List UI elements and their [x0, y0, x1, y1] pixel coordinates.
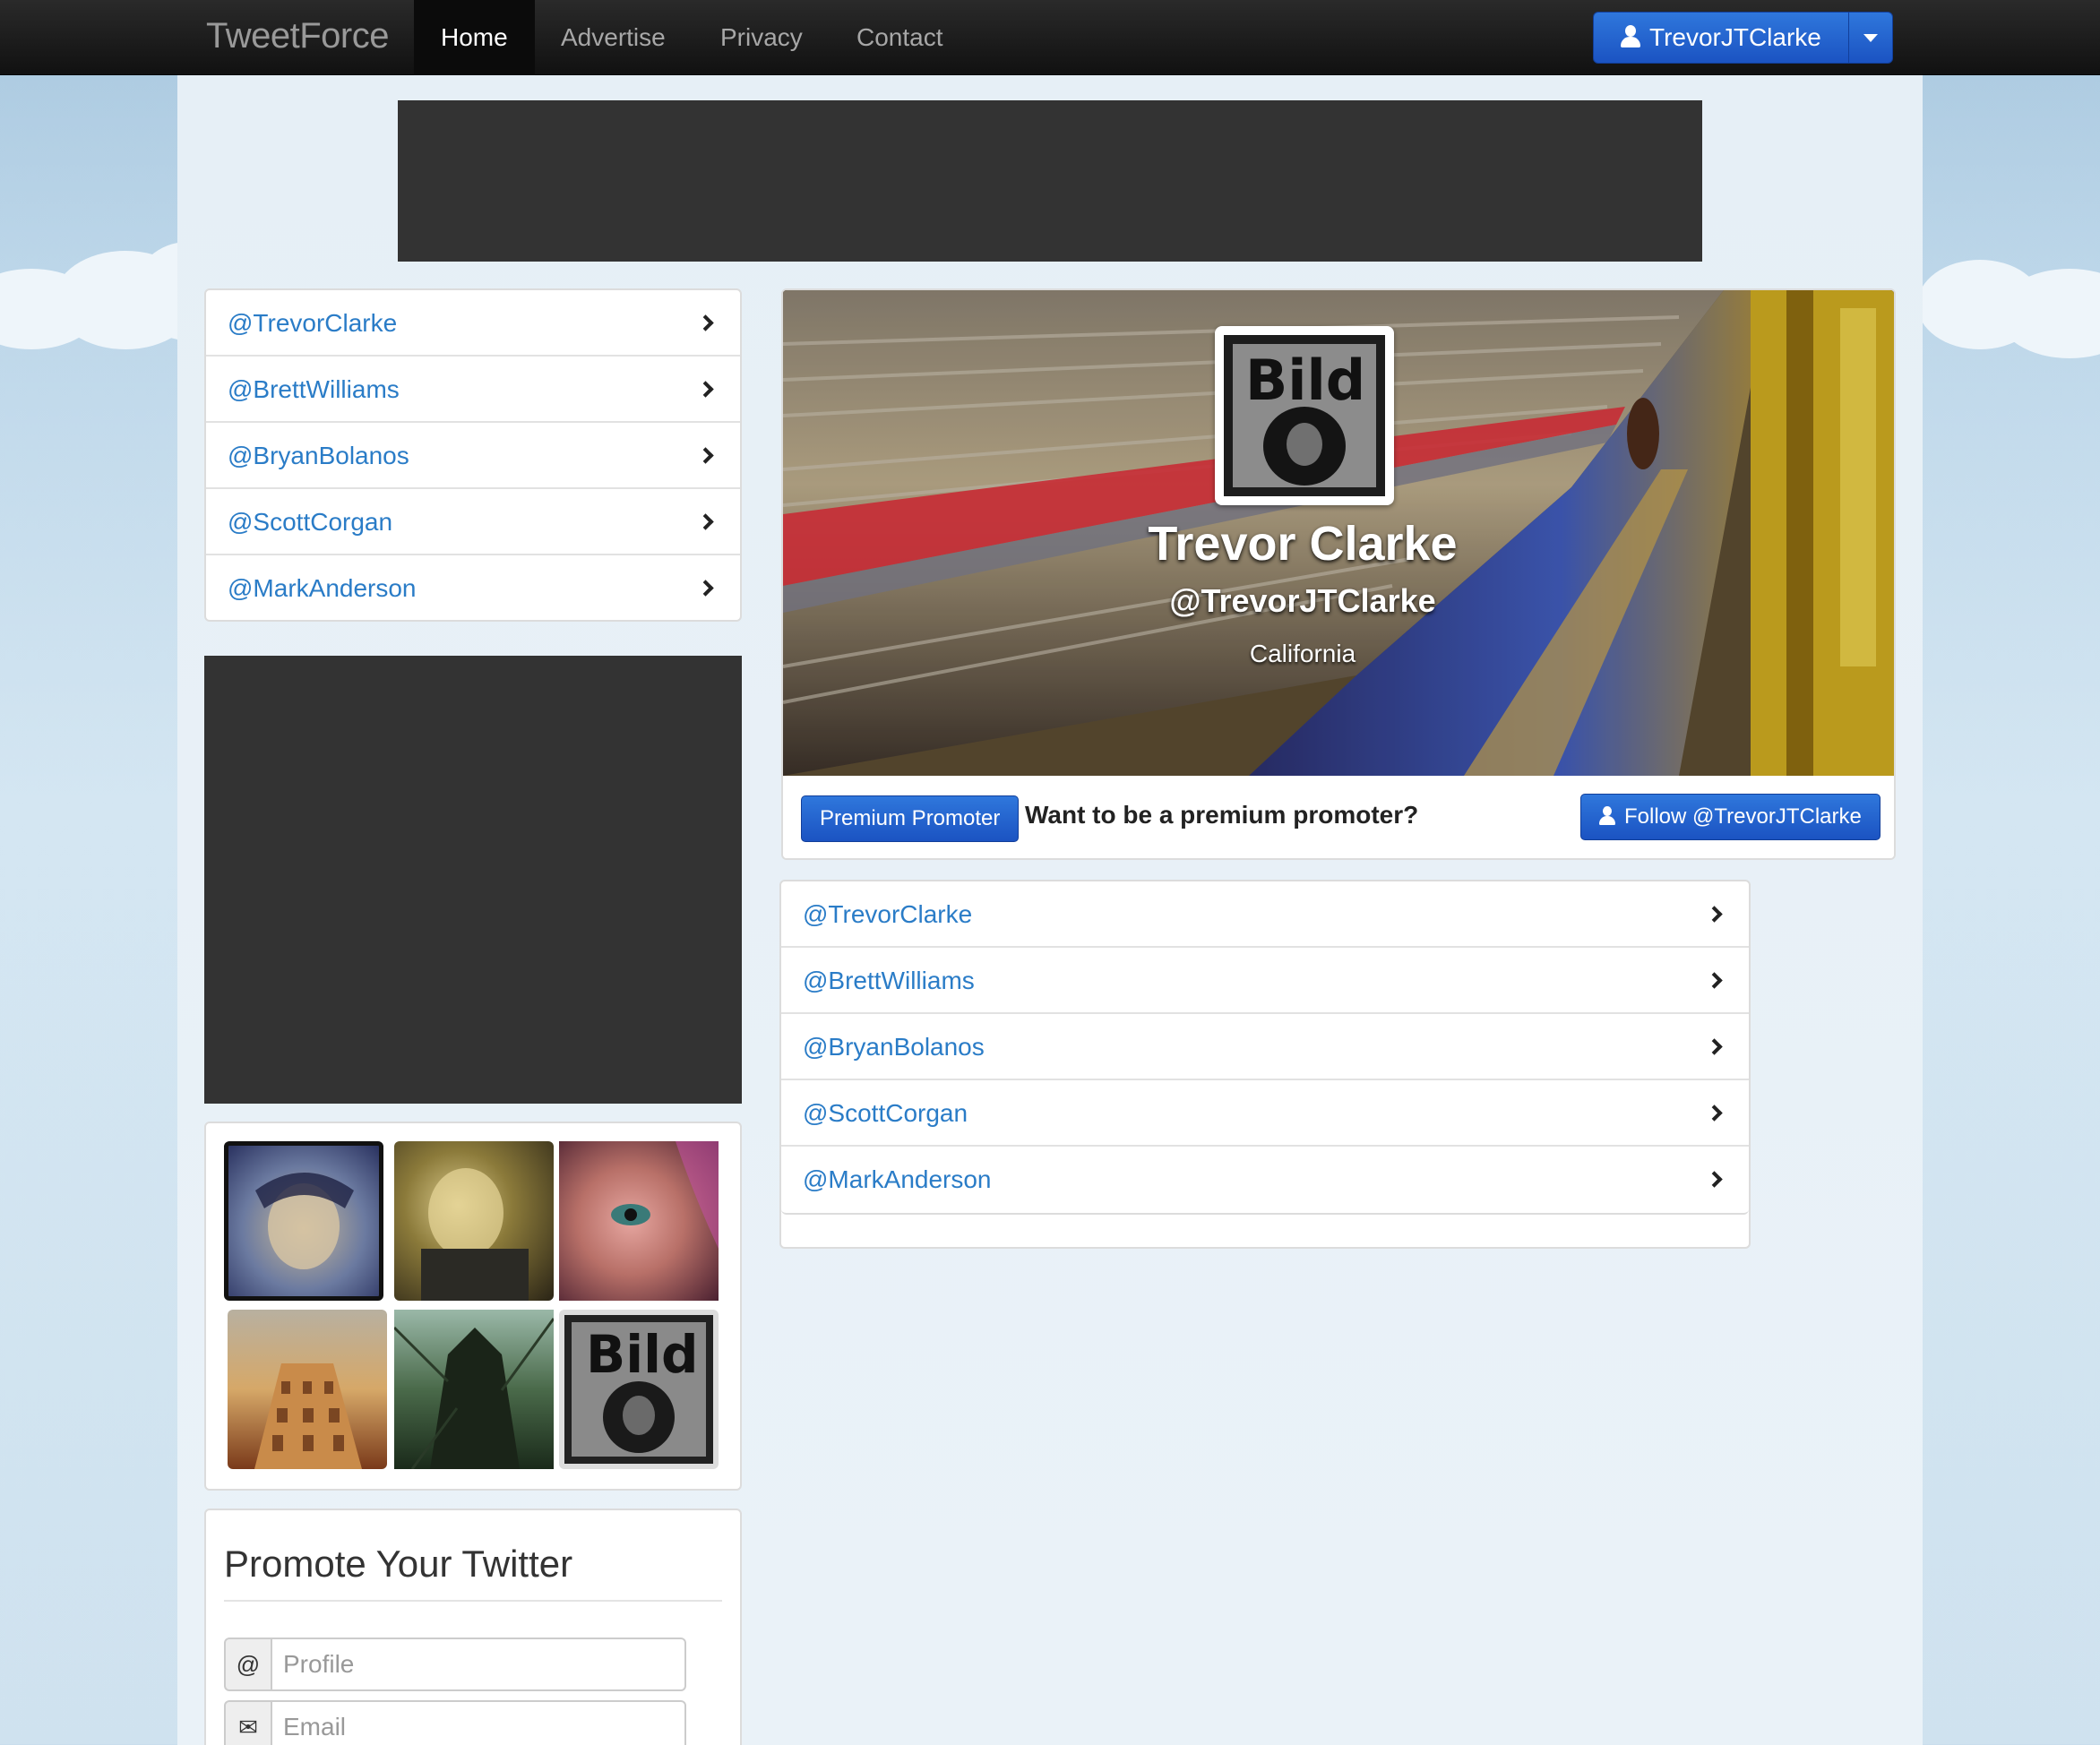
nav-home[interactable]: Home: [414, 0, 535, 75]
chevron-right-icon: [697, 314, 714, 331]
follow-button[interactable]: Follow @TrevorJTClarke: [1580, 794, 1881, 840]
photo-thumb[interactable]: [228, 1310, 387, 1469]
profile-input[interactable]: [271, 1638, 686, 1691]
svg-text:Bild: Bild: [1245, 348, 1365, 413]
svg-text:Bild: Bild: [586, 1324, 699, 1385]
sidebar-user-item[interactable]: @BryanBolanos: [206, 423, 740, 489]
user-menu-dropdown-toggle[interactable]: [1848, 12, 1893, 64]
photo-thumb[interactable]: [224, 1141, 383, 1301]
promote-panel: Promote Your Twitter @ ✉: [204, 1509, 742, 1745]
nav-advertise[interactable]: Advertise: [561, 0, 666, 75]
top-navbar: TweetForce Home Advertise Privacy Contac…: [0, 0, 2100, 75]
avatar-art: Bild: [1224, 335, 1385, 496]
promote-title: Promote Your Twitter: [224, 1543, 573, 1585]
user-icon: [1621, 25, 1640, 48]
profile-cover-photo: Bild Trevor Clarke @TrevorJTClarke Calif…: [783, 290, 1894, 776]
envelope-icon: ✉: [224, 1700, 272, 1745]
photo-thumb[interactable]: Bild: [559, 1310, 719, 1469]
chevron-right-icon: [697, 447, 714, 464]
photo-5-art: [394, 1318, 554, 1469]
user-button-label: TrevorJTClarke: [1649, 23, 1821, 51]
photo-1-art: [255, 1173, 354, 1269]
user-link[interactable]: @ScottCorgan: [228, 508, 392, 536]
photo-thumb[interactable]: [559, 1141, 719, 1301]
photo-6-art: Bild: [564, 1315, 713, 1464]
email-input[interactable]: [271, 1700, 686, 1745]
user-link[interactable]: @MarkAnderson: [803, 1165, 992, 1193]
user-link[interactable]: @BryanBolanos: [803, 1033, 985, 1061]
nav-privacy[interactable]: Privacy: [720, 0, 803, 75]
sidebar-user-item[interactable]: @MarkAnderson: [206, 555, 740, 622]
chevron-right-icon: [697, 381, 714, 398]
user-link[interactable]: @TrevorClarke: [803, 900, 972, 928]
promote-divider: [224, 1600, 722, 1602]
chevron-right-icon: [697, 513, 714, 530]
photo-3-art: [611, 1141, 719, 1249]
profile-card-footer: Premium Promoter Want to be a premium pr…: [783, 776, 1894, 858]
photo-thumb[interactable]: [394, 1310, 554, 1469]
follow-button-label: Follow @TrevorJTClarke: [1624, 804, 1862, 829]
chevron-right-icon: [1706, 906, 1723, 923]
photo-4-art: [254, 1363, 362, 1469]
chevron-right-icon: [1706, 1105, 1723, 1122]
main-user-list: @TrevorClarke @BrettWilliams @BryanBolan…: [781, 881, 1749, 1215]
brand-logo[interactable]: TweetForce: [206, 16, 389, 56]
user-link[interactable]: @BryanBolanos: [228, 442, 409, 469]
profile-card: Bild Trevor Clarke @TrevorJTClarke Calif…: [781, 288, 1896, 860]
avatar-image: Bild: [1224, 335, 1385, 496]
photo-2-art: [421, 1168, 529, 1301]
profile-avatar[interactable]: Bild: [1215, 326, 1394, 505]
user-link[interactable]: @ScottCorgan: [803, 1099, 968, 1127]
premium-promoter-button[interactable]: Premium Promoter: [801, 795, 1020, 842]
profile-name: Trevor Clarke: [1148, 517, 1458, 571]
main-user-item[interactable]: @ScottCorgan: [781, 1080, 1749, 1147]
main-user-list-panel: @TrevorClarke @BrettWilliams @BryanBolan…: [779, 880, 1751, 1249]
sidebar-user-list: @TrevorClarke @BrettWilliams @BryanBolan…: [204, 288, 742, 622]
main-user-item[interactable]: @BryanBolanos: [781, 1014, 1749, 1080]
main-user-item[interactable]: @BrettWilliams: [781, 948, 1749, 1014]
user-link[interactable]: @MarkAnderson: [228, 574, 417, 602]
chevron-right-icon: [697, 580, 714, 597]
chevron-right-icon: [1706, 1038, 1723, 1055]
sidebar-user-item[interactable]: @BrettWilliams: [206, 357, 740, 423]
at-addon: @: [224, 1638, 272, 1691]
user-link[interactable]: @BrettWilliams: [803, 967, 975, 994]
email-input-group: ✉: [224, 1700, 686, 1745]
profile-handle: @TrevorJTClarke: [1169, 582, 1436, 619]
profile-location: California: [1249, 640, 1356, 667]
main-user-item[interactable]: @TrevorClarke: [781, 881, 1749, 948]
user-icon: [1599, 806, 1615, 826]
sidebar-user-item[interactable]: @ScottCorgan: [206, 489, 740, 555]
photo-grid-panel: Bild: [204, 1122, 742, 1491]
photo-thumb[interactable]: [394, 1141, 554, 1301]
profile-input-group: @: [224, 1638, 686, 1691]
premium-promoter-prompt: Want to be a premium promoter?: [1025, 801, 1419, 829]
user-link[interactable]: @TrevorClarke: [228, 309, 397, 337]
main-user-item[interactable]: @MarkAnderson: [781, 1147, 1749, 1213]
caret-down-icon: [1863, 34, 1878, 42]
sidebar-ad-box: [204, 656, 742, 1104]
chevron-right-icon: [1706, 1171, 1723, 1188]
user-menu-button[interactable]: TrevorJTClarke: [1593, 12, 1849, 64]
nav-contact[interactable]: Contact: [856, 0, 943, 75]
user-link[interactable]: @BrettWilliams: [228, 375, 400, 403]
chevron-right-icon: [1706, 972, 1723, 989]
sidebar-user-item[interactable]: @TrevorClarke: [206, 290, 740, 357]
top-ad-banner: [398, 100, 1702, 262]
